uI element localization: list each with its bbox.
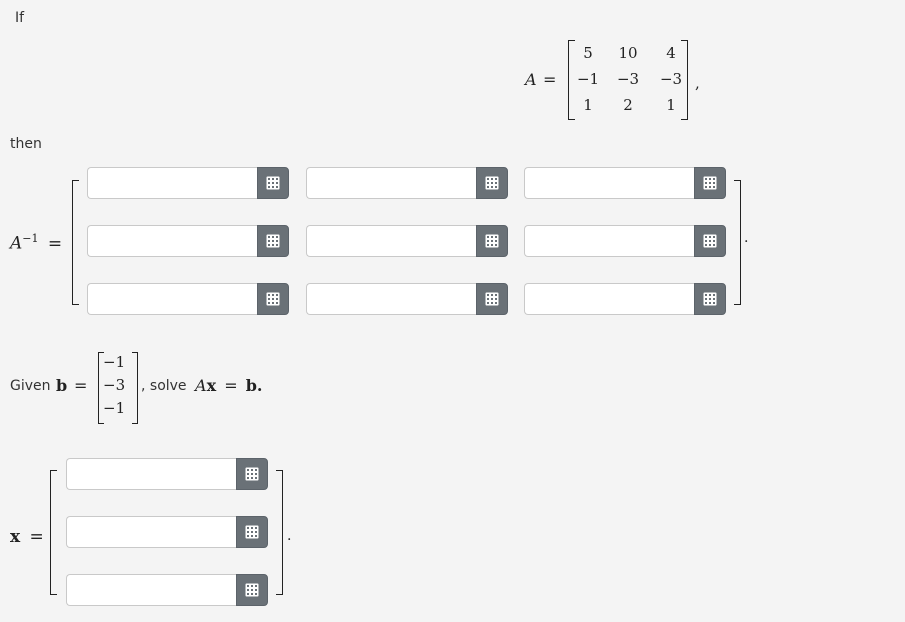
inverse-entry-input-group xyxy=(87,225,289,257)
vector-b-cell: −1 xyxy=(103,399,126,417)
solve-label: , solve xyxy=(141,378,187,394)
keypad-icon xyxy=(485,292,499,306)
inverse-entry-input[interactable] xyxy=(87,225,257,257)
equals-sign: = xyxy=(29,527,44,547)
inverse-left-bracket xyxy=(72,180,79,305)
x-left-bracket xyxy=(50,470,57,595)
inverse-entry-input[interactable] xyxy=(524,283,694,315)
keypad-icon xyxy=(245,583,259,597)
matrix-a-cell: 5 xyxy=(583,44,593,62)
keypad-icon xyxy=(266,234,280,248)
matrix-a-cell: −3 xyxy=(659,70,683,88)
keypad-icon xyxy=(245,467,259,481)
matrix-a-cell: 1 xyxy=(666,96,676,114)
keypad-button[interactable] xyxy=(476,167,508,199)
inverse-entry-input-group xyxy=(524,225,726,257)
matrix-a-symbol: A xyxy=(525,70,537,89)
keypad-button[interactable] xyxy=(236,574,268,606)
inverse-entry-input[interactable] xyxy=(306,167,476,199)
keypad-button[interactable] xyxy=(476,225,508,257)
period: . xyxy=(744,230,749,246)
equals-sign: = xyxy=(543,70,557,89)
comma: , xyxy=(695,74,700,92)
matrix-a: 5 10 4 −1 −3 −3 1 2 1 xyxy=(568,40,688,120)
inverse-label: A−1 = xyxy=(10,232,62,254)
vector-b-cell: −1 xyxy=(103,353,126,371)
equation-a: A xyxy=(195,376,207,395)
then-label: then xyxy=(10,136,42,152)
matrix-a-cell: 10 xyxy=(618,44,638,62)
keypad-button[interactable] xyxy=(257,167,289,199)
keypad-icon xyxy=(266,292,280,306)
inverse-entry-input-group xyxy=(306,167,508,199)
inverse-entry-input-group xyxy=(87,283,289,315)
inverse-entry-input[interactable] xyxy=(306,225,476,257)
inverse-base: A xyxy=(10,233,23,254)
keypad-button[interactable] xyxy=(694,283,726,315)
keypad-button[interactable] xyxy=(257,225,289,257)
vector-b-symbol: b xyxy=(56,376,68,395)
matrix-a-cell: −3 xyxy=(616,70,640,88)
keypad-icon xyxy=(266,176,280,190)
right-bracket xyxy=(132,352,138,424)
period: . xyxy=(287,528,292,544)
keypad-icon xyxy=(485,176,499,190)
keypad-button[interactable] xyxy=(257,283,289,315)
keypad-button[interactable] xyxy=(476,283,508,315)
x-entry-input-group xyxy=(66,458,268,490)
inverse-entry-input-group xyxy=(306,225,508,257)
equals-sign: = xyxy=(224,376,238,395)
keypad-button[interactable] xyxy=(236,516,268,548)
keypad-icon xyxy=(703,234,717,248)
inverse-entry-input[interactable] xyxy=(306,283,476,315)
matrix-a-cell: −1 xyxy=(576,70,600,88)
inverse-entry-input[interactable] xyxy=(87,167,257,199)
x-entry-input[interactable] xyxy=(66,458,236,490)
inverse-entry-input-group xyxy=(524,167,726,199)
inverse-entry-input-group xyxy=(306,283,508,315)
equation-ax-eq-b: Ax = b. xyxy=(195,376,262,395)
keypad-button[interactable] xyxy=(236,458,268,490)
x-label: x = xyxy=(10,527,44,547)
keypad-icon xyxy=(485,234,499,248)
equals-sign: = xyxy=(74,376,88,395)
inverse-entry-input-group xyxy=(87,167,289,199)
inverse-entry-input[interactable] xyxy=(524,167,694,199)
vector-b: −1 −3 −1 xyxy=(98,352,138,424)
keypad-icon xyxy=(703,292,717,306)
inverse-entry-input[interactable] xyxy=(87,283,257,315)
keypad-button[interactable] xyxy=(694,167,726,199)
equation-x: x xyxy=(206,376,217,395)
keypad-icon xyxy=(703,176,717,190)
x-symbol: x xyxy=(10,527,21,547)
equals-sign: = xyxy=(47,233,63,254)
x-right-bracket xyxy=(276,470,283,595)
given-label: Given xyxy=(10,378,51,394)
x-entry-input-group xyxy=(66,516,268,548)
inverse-entry-input[interactable] xyxy=(524,225,694,257)
matrix-a-cell: 1 xyxy=(583,96,593,114)
x-entry-input[interactable] xyxy=(66,574,236,606)
inverse-right-bracket xyxy=(734,180,741,305)
matrix-a-cell: 4 xyxy=(666,44,676,62)
keypad-button[interactable] xyxy=(694,225,726,257)
matrix-a-cell: 2 xyxy=(623,96,633,114)
equation-b: b. xyxy=(245,376,263,395)
inverse-entry-input-group xyxy=(524,283,726,315)
vector-b-cell: −3 xyxy=(103,376,126,394)
x-entry-input-group xyxy=(66,574,268,606)
inverse-exponent: −1 xyxy=(22,232,39,245)
if-label: If xyxy=(15,10,25,26)
keypad-icon xyxy=(245,525,259,539)
x-entry-input[interactable] xyxy=(66,516,236,548)
